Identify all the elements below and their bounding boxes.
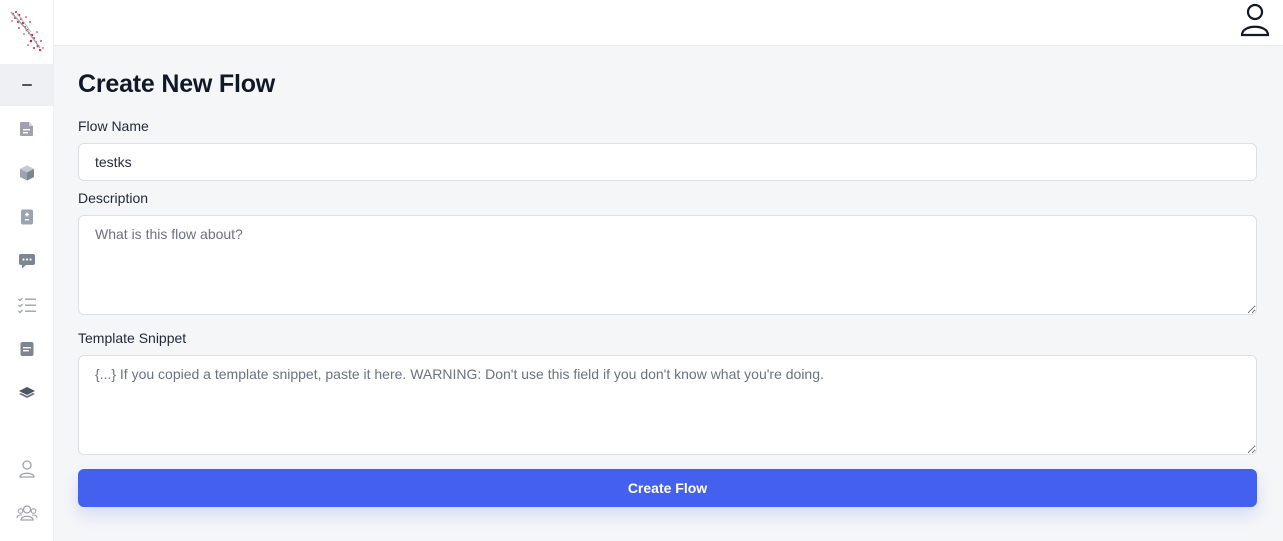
sidebar-item-calculator[interactable] bbox=[0, 199, 54, 235]
file-icon bbox=[20, 122, 33, 136]
description-label: Description bbox=[78, 190, 149, 206]
top-bar bbox=[54, 0, 1283, 46]
sidebar-item-team[interactable] bbox=[0, 495, 54, 531]
layers-icon bbox=[19, 387, 35, 398]
sidebar-item-documents[interactable] bbox=[0, 111, 54, 147]
users-icon bbox=[16, 505, 38, 521]
note-icon bbox=[20, 342, 34, 356]
user-icon bbox=[19, 460, 35, 478]
template-snippet-textarea[interactable] bbox=[78, 355, 1257, 455]
sidebar-item-components[interactable] bbox=[0, 155, 54, 191]
sidebar bbox=[0, 0, 54, 541]
sidebar-item-notes[interactable] bbox=[0, 331, 54, 367]
description-textarea[interactable] bbox=[78, 215, 1257, 315]
chat-bubble-icon bbox=[19, 254, 35, 269]
sidebar-item-profile[interactable] bbox=[0, 451, 54, 487]
app-logo[interactable] bbox=[0, 0, 54, 62]
user-profile-icon bbox=[1240, 3, 1270, 37]
create-flow-button[interactable]: Create Flow bbox=[78, 469, 1257, 507]
flow-name-input[interactable] bbox=[78, 143, 1257, 181]
template-snippet-label: Template Snippet bbox=[78, 330, 187, 346]
flow-name-label: Flow Name bbox=[78, 118, 149, 134]
user-menu-button[interactable] bbox=[1235, 0, 1275, 40]
sidebar-item-chat[interactable] bbox=[0, 243, 54, 279]
sidebar-collapse-button[interactable] bbox=[0, 64, 54, 106]
sidebar-item-layers[interactable] bbox=[0, 375, 54, 411]
splash-logo-icon bbox=[10, 11, 44, 52]
sidebar-item-tasks[interactable] bbox=[0, 287, 54, 323]
minus-icon bbox=[22, 84, 32, 86]
cube-icon bbox=[20, 165, 34, 181]
calculator-icon bbox=[21, 209, 33, 225]
checklist-icon bbox=[18, 297, 36, 314]
page-title: Create New Flow bbox=[78, 70, 276, 98]
